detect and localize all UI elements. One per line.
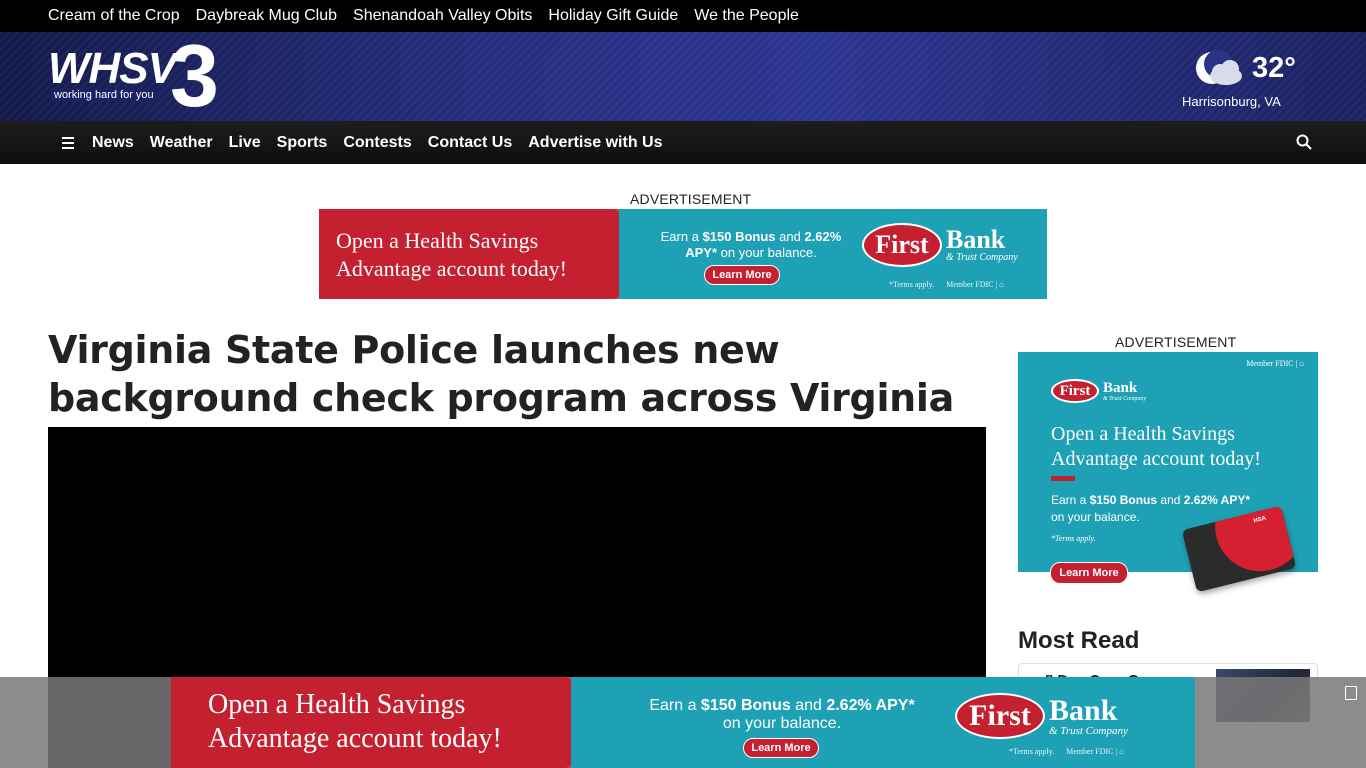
side-ad-learn-more-button[interactable]: Learn More — [1050, 562, 1128, 584]
first-bank-logo-first: First — [862, 223, 942, 267]
sticky-ad-first-bank-logo: First Bank & Trust Company — [955, 693, 1128, 739]
banner-ad-headline: Open a Health Savings Advantage account … — [319, 209, 633, 299]
first-bank-logo-bank: Bank & Trust Company — [946, 225, 1018, 263]
banner-ad-learn-more-button[interactable]: Learn More — [704, 265, 780, 285]
search-icon[interactable] — [1296, 134, 1312, 150]
sticky-ad-learn-more-button[interactable]: Learn More — [743, 738, 819, 758]
side-ad-headline-line1: Open a Health Savings — [1051, 423, 1235, 445]
side-ad[interactable]: Member FDIC | ⌂ First Bank & Trust Compan… — [1018, 352, 1318, 593]
sticky-ad-logo-first: First — [955, 693, 1045, 739]
side-ad-headline-line2: Advantage account today! — [1051, 448, 1261, 470]
banner-ad[interactable]: Open a Health Savings Advantage account … — [319, 209, 1047, 299]
nav-item-contests[interactable]: Contests — [343, 134, 411, 152]
side-ad-accent-bar — [1051, 476, 1075, 481]
side-ad-logo-bank: Bank & Trust Company — [1103, 379, 1147, 402]
topbar-link-gift-guide[interactable]: Holiday Gift Guide — [548, 7, 678, 25]
partly-cloudy-night-icon — [1196, 50, 1242, 85]
first-bank-logo: First Bank & Trust Company — [862, 223, 1018, 267]
logo-call-letters: WHSV — [48, 44, 177, 93]
weather-temperature: 32° — [1252, 52, 1296, 84]
nav-item-news[interactable]: News — [92, 134, 134, 152]
sticky-bottom-ad[interactable]: Open a Health Savings Advantage account … — [171, 677, 1195, 768]
banner-ad-offer: Earn a $150 Bonus and 2.62% APY* on your… — [660, 229, 842, 260]
sticky-ad-panel: Earn a $150 Bonus and 2.62% APY* on your… — [571, 677, 1195, 768]
sticky-ad-logo-bank: Bank & Trust Company — [1049, 693, 1128, 737]
topbar-link-daybreak-mug-club[interactable]: Daybreak Mug Club — [196, 7, 337, 25]
topbar-link-we-the-people[interactable]: We the People — [694, 7, 799, 25]
sticky-ad-close-icon[interactable] — [1345, 686, 1357, 700]
sticky-ad-headline-line1: Open a Health Savings — [208, 689, 466, 720]
side-ad-terms: *Terms apply. — [1051, 534, 1096, 543]
topbar-link-cream-of-the-crop[interactable]: Cream of the Crop — [48, 7, 180, 25]
side-ad-member-fdic: Member FDIC | ⌂ — [1246, 359, 1304, 368]
ad-label-top: ADVERTISEMENT — [630, 191, 752, 207]
banner-ad-terms: *Terms apply. Member FDIC | ⌂ — [889, 280, 1004, 289]
side-ad-logo-first: First — [1051, 379, 1099, 403]
weather-widget[interactable]: 32° Harrisonburg, VA — [1182, 48, 1314, 112]
banner-ad-headline-line2: Advantage account today! — [336, 256, 567, 281]
side-ad-first-bank-logo: First Bank & Trust Company — [1051, 379, 1146, 403]
logo-tagline: working hard for you — [50, 88, 158, 102]
nav-item-weather[interactable]: Weather — [150, 134, 213, 152]
article-headline: Virginia State Police launches new backg… — [48, 328, 954, 420]
nav-item-contact-us[interactable]: Contact Us — [428, 134, 512, 152]
topbar-link-obits[interactable]: Shenandoah Valley Obits — [353, 7, 532, 25]
sticky-ad-terms: *Terms apply. Member FDIC | ⌂ — [1009, 747, 1124, 756]
nav-item-sports[interactable]: Sports — [277, 134, 328, 152]
sticky-ad-offer: Earn a $150 Bonus and 2.62% APY* on your… — [649, 697, 915, 732]
nav-item-advertise[interactable]: Advertise with Us — [528, 134, 662, 152]
side-ad-headline: Open a Health Savings Advantage account … — [1051, 422, 1261, 472]
top-utility-bar: Cream of the Crop Daybreak Mug Club Shen… — [0, 0, 1366, 32]
hamburger-menu-icon[interactable] — [60, 135, 76, 151]
banner-ad-headline-line1: Open a Health Savings — [336, 228, 539, 253]
most-read-title: Most Read — [1018, 627, 1140, 654]
masthead: WHSV 3 working hard for you 32° Harrison… — [0, 32, 1366, 121]
banner-ad-panel: Earn a $150 Bonus and 2.62% APY* on your… — [619, 209, 1047, 299]
station-logo[interactable]: WHSV 3 working hard for you — [48, 32, 228, 120]
nav-item-live[interactable]: Live — [229, 134, 261, 152]
sticky-ad-headline: Open a Health Savings Advantage account … — [171, 677, 587, 768]
sticky-ad-headline-line2: Advantage account today! — [208, 723, 502, 754]
logo-channel-number: 3 — [170, 32, 219, 121]
main-nav: News Weather Live Sports Contests Contac… — [0, 121, 1366, 164]
weather-location: Harrisonburg, VA — [1182, 94, 1281, 109]
ad-label-side: ADVERTISEMENT — [1115, 334, 1237, 350]
